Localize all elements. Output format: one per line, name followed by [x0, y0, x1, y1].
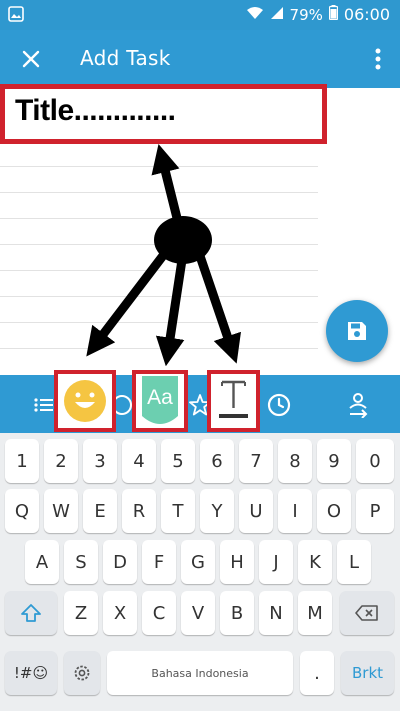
- keyboard-settings-key[interactable]: [64, 651, 100, 695]
- title-placeholder: Title.............: [15, 94, 176, 127]
- key-k[interactable]: K: [298, 540, 332, 584]
- note-line: [0, 348, 318, 349]
- key-6[interactable]: 6: [200, 439, 234, 483]
- key-y[interactable]: Y: [200, 489, 234, 533]
- key-7[interactable]: 7: [239, 439, 273, 483]
- period-key[interactable]: .: [300, 651, 334, 695]
- note-line: [0, 244, 318, 245]
- key-5[interactable]: 5: [161, 439, 195, 483]
- key-m[interactable]: M: [298, 591, 332, 635]
- app-toolbar: Add Task: [0, 30, 400, 88]
- note-line: [0, 296, 318, 297]
- emoji-button[interactable]: [54, 370, 116, 432]
- close-icon: [22, 50, 40, 68]
- backspace-key[interactable]: [340, 591, 394, 635]
- key-e[interactable]: E: [83, 489, 117, 533]
- text-format-button[interactable]: [207, 370, 260, 432]
- more-vertical-icon: [375, 48, 381, 70]
- settings-gear-icon: [74, 665, 90, 681]
- note-line: [0, 192, 318, 193]
- battery-icon: [328, 5, 338, 24]
- key-3[interactable]: 3: [83, 439, 117, 483]
- key-a[interactable]: A: [25, 540, 59, 584]
- assign-icon[interactable]: [344, 391, 372, 419]
- key-f[interactable]: F: [142, 540, 176, 584]
- wifi-icon: [246, 6, 264, 24]
- key-d[interactable]: D: [103, 540, 137, 584]
- note-line: [0, 218, 318, 219]
- font-button-label: Aa: [147, 386, 173, 409]
- save-button[interactable]: [326, 300, 388, 362]
- clock-time: 06:00: [343, 5, 390, 24]
- reminder-clock-icon[interactable]: [265, 391, 293, 419]
- font-style-button[interactable]: Aa: [132, 370, 188, 432]
- key-q[interactable]: Q: [5, 489, 39, 533]
- key-u[interactable]: U: [239, 489, 273, 533]
- backspace-icon: [355, 605, 378, 621]
- title-field[interactable]: Title.............: [0, 84, 327, 144]
- key-b[interactable]: B: [220, 591, 254, 635]
- note-line: [0, 322, 318, 323]
- key-x[interactable]: X: [103, 591, 137, 635]
- note-line: [0, 166, 318, 167]
- enter-key[interactable]: Brkt: [341, 651, 394, 695]
- key-v[interactable]: V: [181, 591, 215, 635]
- symbols-key[interactable]: !#☺: [5, 651, 57, 695]
- on-screen-keyboard: 1 2 3 4 5 6 7 8 9 0 Q W E R T Y U I O P …: [0, 433, 400, 711]
- shift-icon: [21, 604, 41, 622]
- key-1[interactable]: 1: [5, 439, 39, 483]
- key-p[interactable]: P: [356, 489, 394, 533]
- key-j[interactable]: J: [259, 540, 293, 584]
- key-n[interactable]: N: [259, 591, 293, 635]
- key-c[interactable]: C: [142, 591, 176, 635]
- status-bar: 79% 06:00: [0, 0, 400, 30]
- symbols-key-label: !#☺: [13, 664, 49, 682]
- text-format-icon: [211, 374, 256, 428]
- key-4[interactable]: 4: [122, 439, 156, 483]
- battery-percent: 79%: [289, 5, 323, 24]
- key-h[interactable]: H: [220, 540, 254, 584]
- close-button[interactable]: [14, 42, 48, 76]
- key-r[interactable]: R: [122, 489, 156, 533]
- key-2[interactable]: 2: [44, 439, 78, 483]
- note-line: [0, 270, 318, 271]
- key-8[interactable]: 8: [278, 439, 312, 483]
- key-o[interactable]: O: [317, 489, 351, 533]
- key-0[interactable]: 0: [356, 439, 394, 483]
- save-icon: [348, 322, 366, 340]
- key-i[interactable]: I: [278, 489, 312, 533]
- key-l[interactable]: L: [337, 540, 371, 584]
- key-9[interactable]: 9: [317, 439, 351, 483]
- page-title: Add Task: [80, 46, 171, 70]
- signal-icon: [270, 6, 284, 24]
- more-options-button[interactable]: [366, 42, 390, 76]
- key-t[interactable]: T: [161, 489, 195, 533]
- shift-key[interactable]: [5, 591, 57, 635]
- key-w[interactable]: W: [44, 489, 78, 533]
- gallery-notification-icon: [8, 6, 24, 22]
- key-g[interactable]: G: [181, 540, 215, 584]
- key-s[interactable]: S: [64, 540, 98, 584]
- space-key[interactable]: Bahasa Indonesia: [107, 651, 293, 695]
- emoji-smiley-icon: [58, 374, 112, 428]
- key-z[interactable]: Z: [64, 591, 98, 635]
